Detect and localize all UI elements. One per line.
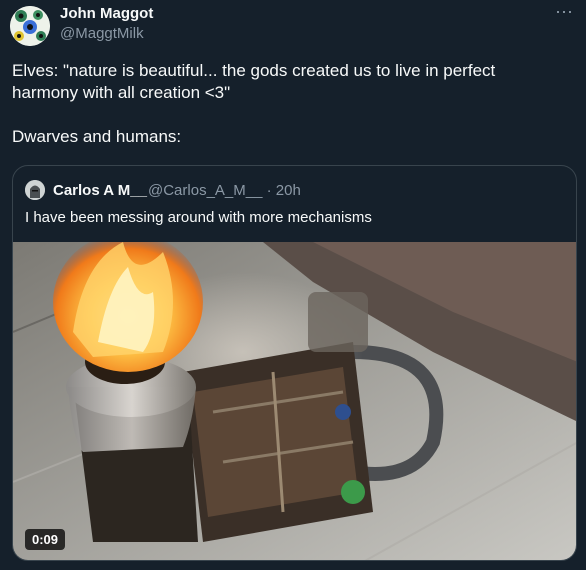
video-duration-badge: 0:09 [25,529,66,550]
video-thumbnail [13,242,576,560]
more-options-icon[interactable]: ⋯ [555,2,574,23]
quoted-author-name[interactable]: Carlos A M__ [53,182,147,199]
knight-helmet-avatar-icon [25,180,45,200]
quoted-tweet-text: I have been messing around with more mec… [25,209,372,226]
quoted-author-handle[interactable]: @Carlos_A_M__ · 20h [148,182,301,199]
author-name[interactable]: John Maggot [60,5,153,22]
tweet-text-line: Dwarves and humans: [12,127,182,146]
author-handle[interactable]: @MaggtMilk [60,25,144,42]
tweet: John Maggot @MaggtMilk ⋯ Elves: "nature … [0,0,586,570]
author-avatar[interactable] [10,6,50,46]
tweet-text-line: Elves: "nature is beautiful... the gods … [12,61,496,80]
quoted-tweet[interactable]: Carlos A M__ @Carlos_A_M__ · 20h I have … [12,165,577,561]
tweet-text-line [12,104,572,126]
tweet-text: Elves: "nature is beautiful... the gods … [12,60,572,148]
quoted-author-avatar[interactable] [25,180,45,200]
video-player[interactable]: 0:09 [13,242,576,560]
eyeball-avatar-icon [10,6,50,46]
tweet-text-line: harmony with all creation <3" [12,83,231,102]
